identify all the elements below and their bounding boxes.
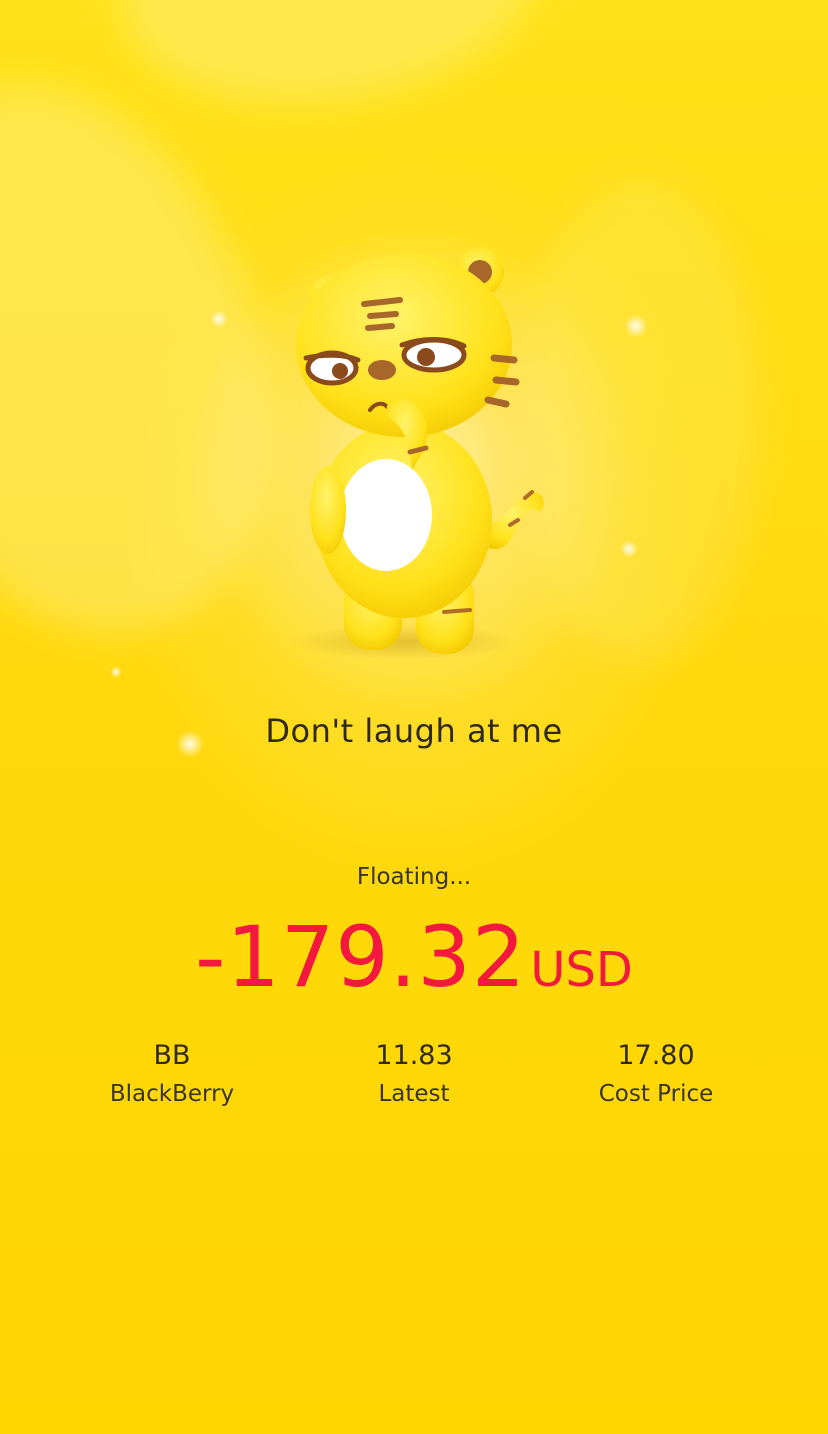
stat-value: 11.83 — [375, 1040, 453, 1071]
sparkle-icon — [620, 540, 638, 558]
stat-value: BB — [153, 1040, 191, 1071]
sparkle-icon — [110, 666, 122, 678]
background-smoke — [105, 0, 555, 129]
pnl-currency: USD — [530, 942, 633, 998]
mascot-caption: Don't laugh at me — [265, 712, 563, 750]
stat-value: 17.80 — [617, 1040, 695, 1071]
sparkle-icon — [210, 310, 228, 328]
stat-label: BlackBerry — [109, 1081, 235, 1107]
tiger-mascot-icon — [289, 248, 544, 660]
floating-label: Floating... — [356, 864, 472, 890]
sparkle-icon — [624, 314, 648, 338]
stat-label: Cost Price — [598, 1081, 714, 1107]
pnl-share-screen: Don't laugh at me Floating... -179.32USD… — [0, 0, 828, 1434]
stat-symbol: BB BlackBerry — [52, 1038, 292, 1114]
stat-latest: 11.83 Latest — [294, 1038, 534, 1114]
position-stats: BB BlackBerry 11.83 Latest 17.80 Cost Pr… — [52, 1038, 776, 1114]
stat-cost-price: 17.80 Cost Price — [536, 1038, 776, 1114]
pnl-value: -179.32 — [195, 908, 527, 1006]
stat-label: Latest — [378, 1081, 450, 1107]
floating-pnl-amount: -179.32USD — [0, 908, 828, 1006]
